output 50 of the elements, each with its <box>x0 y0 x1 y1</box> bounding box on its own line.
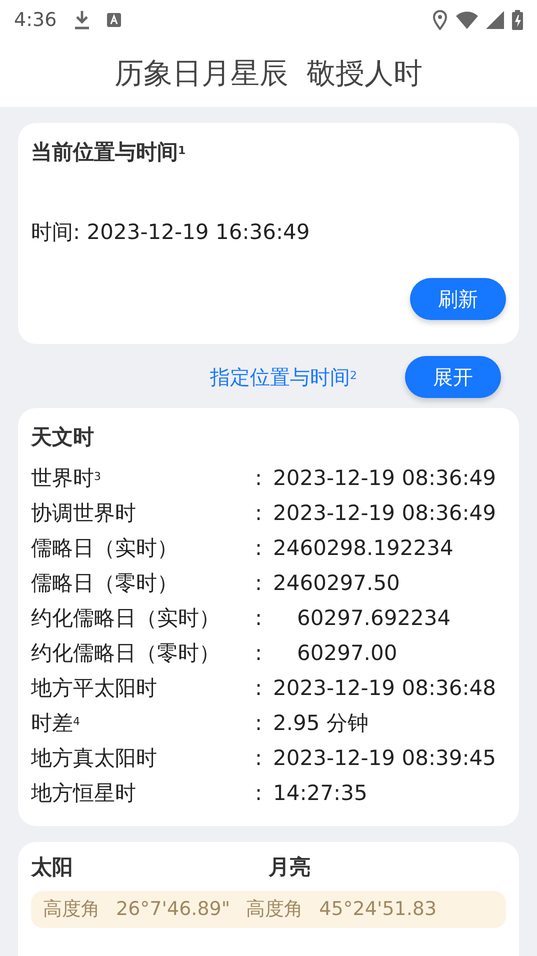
battery-icon <box>512 10 523 30</box>
row-label: 时差$^{4}$ <box>31 710 81 738</box>
separator-text: : <box>255 640 264 668</box>
row-value: 60297.00 <box>296 640 398 668</box>
separator-text: : <box>255 465 264 492</box>
separator-text: : <box>255 570 264 598</box>
separator-text: : <box>255 745 264 772</box>
time-text: 时间: 2023-12-19 16:36:49 <box>31 218 311 246</box>
row-label: 约化儒略日（实时） <box>31 605 221 632</box>
row-label: 世界时$^{3}$ <box>31 465 102 492</box>
row-value: 2023-12-19 08:39:45 <box>273 745 496 772</box>
card-title: 天文时 <box>31 424 95 451</box>
column-header: 月亮 <box>268 854 312 880</box>
separator-text: : <box>255 500 264 528</box>
separator-text: : <box>255 710 264 738</box>
row-text: 高度角 <box>246 897 304 922</box>
app-title: 历象日月星辰 敬授人时 <box>114 54 423 92</box>
row-value: 2460297.50 <box>273 570 400 598</box>
specify-link[interactable]: 指定位置与时间$^{2}$ <box>210 362 357 392</box>
row-value: 2460298.192234 <box>273 535 454 562</box>
refresh-button[interactable]: 刷新 <box>410 278 506 320</box>
signal-icon <box>486 11 504 29</box>
row-value: 60297.692234 <box>296 605 451 632</box>
row-label: 儒略日（零时） <box>31 570 179 598</box>
row-label: 约化儒略日（零时） <box>31 640 221 668</box>
keyboard-icon <box>106 13 121 27</box>
separator-text: : <box>255 535 264 562</box>
row-value: 2023-12-19 08:36:48 <box>273 675 496 702</box>
row-text: 26°7'46.89" <box>116 897 230 922</box>
status-time: 4:36 <box>14 8 57 33</box>
location-icon <box>432 10 448 30</box>
row-label: 地方平太阳时 <box>31 675 158 702</box>
row-label: 地方真太阳时 <box>31 745 158 772</box>
row-value: 2023-12-19 08:36:49 <box>273 500 496 528</box>
row-label: 地方恒星时 <box>31 780 137 808</box>
separator-text: : <box>255 675 264 702</box>
wifi-icon <box>456 11 478 29</box>
download-icon <box>72 10 91 30</box>
row-text: 45°24'51.83 <box>319 897 437 922</box>
row-value: 2023-12-19 08:36:49 <box>273 465 496 492</box>
separator-text: : <box>255 605 264 632</box>
expand-button[interactable]: 展开 <box>405 356 501 398</box>
column-header: 太阳 <box>31 854 74 880</box>
separator-text: : <box>255 780 264 808</box>
row-text: 高度角 <box>43 897 100 922</box>
row-label: 协调世界时 <box>31 500 137 528</box>
row-label: 儒略日（实时） <box>31 535 179 562</box>
row-value: 2.95 分钟 <box>273 710 368 738</box>
card-title: 当前位置与时间$^{1}$ <box>31 139 187 166</box>
row-value: 14:27:35 <box>273 780 368 808</box>
